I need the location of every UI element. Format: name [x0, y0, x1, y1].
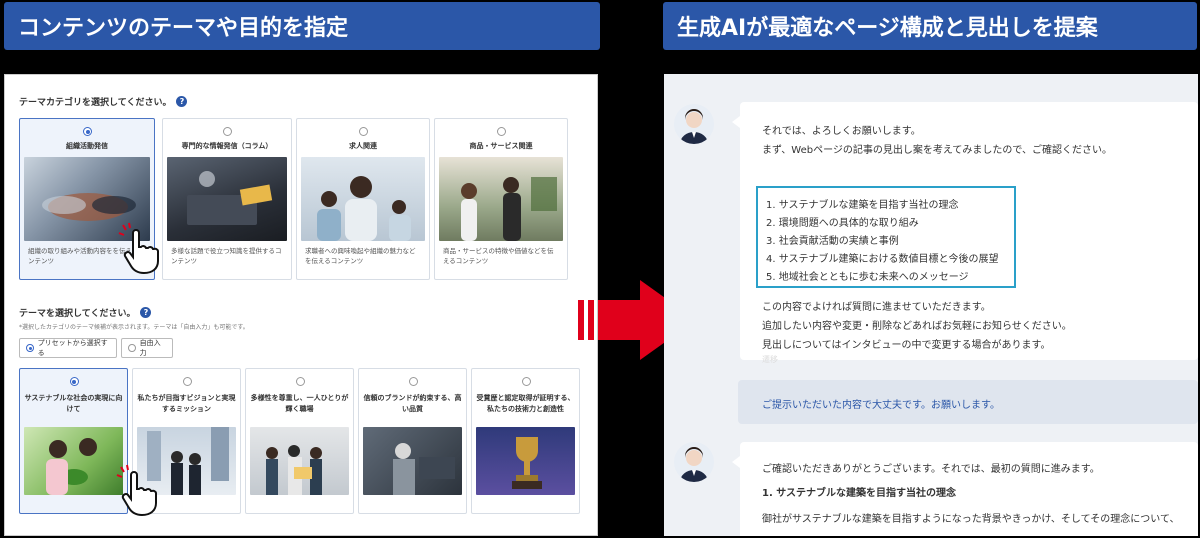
- laptop-image: [167, 157, 287, 241]
- card-description: 求職者への興味喚起や組織の魅力などを伝えるコンテンツ: [305, 247, 416, 265]
- children-plant-image: [24, 427, 123, 495]
- list-item: 2. 環境問題への具体的な取り組み: [766, 218, 919, 229]
- user-message-bubble: ご提示いただいた内容で大丈夫です。お願いします。: [738, 380, 1198, 424]
- card-title: 組織活動発信: [66, 142, 108, 150]
- category-section-title: テーマカテゴリを選択してください。 ?: [19, 95, 188, 108]
- card-description: 多様な話題で役立つ知識を提供するコンテンツ: [171, 247, 282, 265]
- radio-icon[interactable]: [223, 127, 232, 136]
- ai-message-bubble: ご確認いただきありがとうございます。それでは、最初の質問に進みます。 1. サス…: [732, 442, 1198, 536]
- help-icon[interactable]: ?: [140, 307, 152, 318]
- message-line: まず、Webページの記事の見出し案を考えてみましたので、ご確認ください。: [762, 145, 1113, 156]
- theme-card-sustainable[interactable]: サステナブルな社会の実現に向けて: [19, 368, 128, 514]
- radio-icon[interactable]: [182, 377, 192, 386]
- message-heading: 1. サステナブルな建築を目指す当社の理念: [762, 488, 957, 499]
- message-line: 御社がサステナブルな建築を目指すようになった背景やきっかけ、そしてその理念につい…: [762, 514, 1180, 525]
- ai-avatar: [674, 442, 714, 482]
- card-title: 商品・サービス関連: [469, 142, 533, 150]
- category-title-text: テーマカテゴリを選択してください。: [19, 98, 172, 108]
- theme-title-text: テーマを選択してください。: [19, 309, 136, 319]
- card-title: 信頼のブランドが約束する、高い品質: [363, 394, 462, 413]
- radio-icon[interactable]: [497, 127, 506, 136]
- trophy-image: [476, 427, 575, 495]
- radio-icon[interactable]: [521, 377, 531, 386]
- card-title: サステナブルな社会の実現に向けて: [24, 394, 123, 413]
- theme-section-title: テーマを選択してください。 ?: [19, 306, 152, 319]
- help-icon[interactable]: ?: [176, 96, 188, 107]
- theme-card-diversity[interactable]: 多様性を尊重し、一人ひとりが輝く職場: [245, 368, 354, 514]
- radio-icon[interactable]: [128, 344, 136, 352]
- pointer-hand-icon: [116, 464, 157, 517]
- message-line: ご確認いただきありがとうございます。それでは、最初の質問に進みます。: [762, 464, 1100, 475]
- theme-selection-panel: テーマカテゴリを選択してください。 ? 組織活動発信 組織の取り組みや活動内容を…: [4, 74, 598, 536]
- heading-proposal-list: 1. サステナブルな建築を目指す当社の理念 2. 環境問題への具体的な取り組み …: [756, 186, 1016, 288]
- category-card-product[interactable]: 商品・サービス関連 商品・サービスの特徴や価値などを伝えるコンテンツ: [434, 118, 568, 280]
- card-title: 私たちが目指すビジョンと実現するミッション: [137, 394, 236, 413]
- left-banner-title: コンテンツのテーマや目的を指定: [4, 2, 600, 50]
- category-card-recruit[interactable]: 求人関連 求職者への興味喚起や組織の魅力などを伝えるコンテンツ: [296, 118, 430, 280]
- ai-message-bubble: それでは、よろしくお願いします。 まず、Webページの記事の見出し案を考えてみま…: [732, 102, 1198, 364]
- radio-icon[interactable]: [295, 377, 305, 386]
- pointer-hand-icon: [118, 222, 159, 275]
- office-staff-image: [301, 157, 425, 241]
- message-line: 追加したい内容や変更・削除などあればお気軽にお知らせください。: [762, 321, 1072, 332]
- message-line: それでは、よろしくお願いします。: [762, 126, 921, 137]
- message-line: 見出しについてはインタビューの中で変更する場合があります。: [762, 340, 1051, 351]
- card-title: 専門的な情報発信（コラム）: [181, 142, 273, 150]
- list-item: 1. サステナブルな建築を目指す当社の理念: [766, 200, 959, 211]
- cafe-image: [439, 157, 563, 241]
- free-input-option[interactable]: 自由入力: [121, 338, 173, 358]
- chat-panel: それでは、よろしくお願いします。 まず、Webページの記事の見出し案を考えてみま…: [664, 74, 1198, 536]
- option-label: プリセットから選択する: [37, 339, 108, 357]
- diverse-team-image: [250, 427, 349, 495]
- list-item: 4. サステナブル建築における数値目標と今後の展望: [766, 254, 999, 265]
- faded-text: 遷移: [762, 355, 778, 364]
- radio-icon[interactable]: [83, 127, 92, 136]
- radio-icon[interactable]: [408, 377, 418, 386]
- user-message-text: ご提示いただいた内容で大丈夫です。お願いします。: [762, 400, 1000, 411]
- radio-icon[interactable]: [26, 344, 34, 352]
- list-item: 5. 地域社会とともに歩む未来へのメッセージ: [766, 272, 969, 283]
- card-title: 受賞歴と認定取得が証明する、私たちの技術力と創造性: [476, 394, 575, 413]
- preset-option[interactable]: プリセットから選択する: [19, 338, 117, 358]
- option-label: 自由入力: [139, 339, 161, 357]
- card-description: 商品・サービスの特徴や価値などを伝えるコンテンツ: [443, 247, 554, 265]
- radio-icon[interactable]: [359, 127, 368, 136]
- theme-note: *選択したカテゴリのテーマ候補が表示されます。テーマは「自由入力」も可能です。: [19, 324, 249, 331]
- message-line: この内容でよければ質問に進ませていただきます。: [762, 302, 991, 313]
- list-item: 3. 社会貢献活動の実績と事例: [766, 236, 899, 247]
- engineer-image: [363, 427, 462, 495]
- ai-avatar: [674, 104, 714, 144]
- card-title: 求人関連: [349, 142, 377, 150]
- category-card-column[interactable]: 専門的な情報発信（コラム） 多様な話題で役立つ知識を提供するコンテンツ: [162, 118, 292, 280]
- right-banner-title: 生成AIが最適なページ構成と見出しを提案: [663, 2, 1197, 50]
- theme-card-quality[interactable]: 信頼のブランドが約束する、高い品質: [358, 368, 467, 514]
- card-title: 多様性を尊重し、一人ひとりが輝く職場: [250, 394, 349, 413]
- theme-card-awards[interactable]: 受賞歴と認定取得が証明する、私たちの技術力と創造性: [471, 368, 580, 514]
- radio-icon[interactable]: [69, 377, 79, 386]
